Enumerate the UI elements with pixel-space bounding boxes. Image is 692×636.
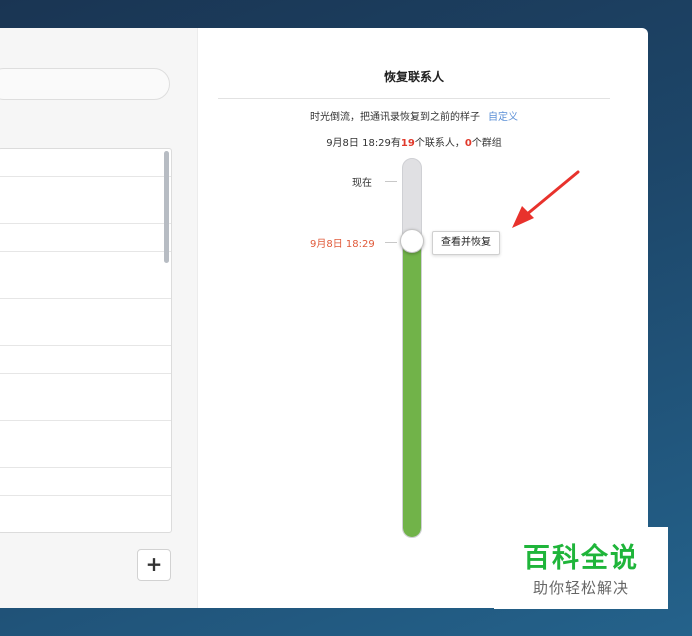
watermark-subtitle: 助你轻松解决 (532, 579, 629, 597)
watermark-title: 百科全说 (523, 543, 639, 574)
watermark: 百科全说 助你轻松解决 (494, 527, 668, 609)
